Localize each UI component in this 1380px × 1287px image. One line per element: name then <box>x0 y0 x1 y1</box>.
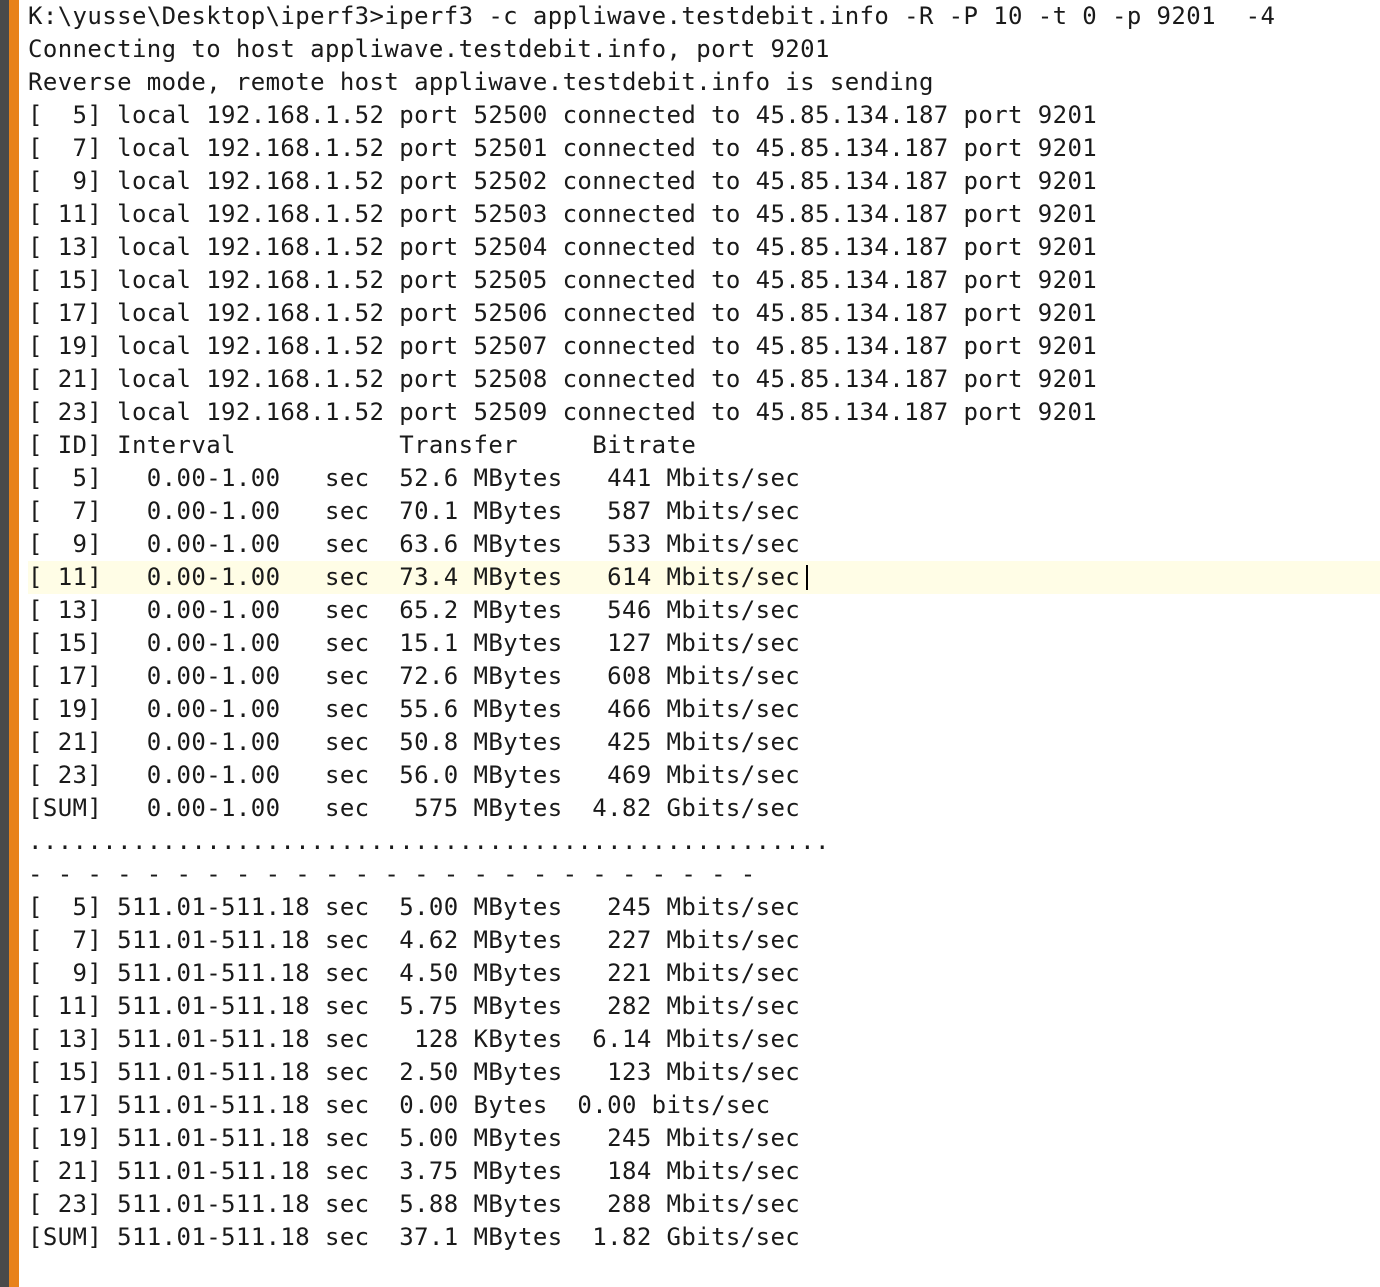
editor-lines: K:\yusse\Desktop\iperf3>iperf3 -c appliw… <box>28 0 1380 1254</box>
line-22[interactable]: [ 19] 0.00-1.00 sec 55.6 MBytes 466 Mbit… <box>28 693 1380 726</box>
window-edge <box>0 0 9 1287</box>
line-18-text: [ 11] 0.00-1.00 sec 73.4 MBytes 614 Mbit… <box>28 563 801 591</box>
line-4[interactable]: [ 5] local 192.168.1.52 port 52500 conne… <box>28 99 1380 132</box>
line-8[interactable]: [ 13] local 192.168.1.52 port 52504 conn… <box>28 231 1380 264</box>
line-24[interactable]: [ 23] 0.00-1.00 sec 56.0 MBytes 469 Mbit… <box>28 759 1380 792</box>
line-13[interactable]: [ 23] local 192.168.1.52 port 52509 conn… <box>28 396 1380 429</box>
text-editor[interactable]: K:\yusse\Desktop\iperf3>iperf3 -c appliw… <box>28 0 1380 1287</box>
line-15[interactable]: [ 5] 0.00-1.00 sec 52.6 MBytes 441 Mbits… <box>28 462 1380 495</box>
line-20[interactable]: [ 15] 0.00-1.00 sec 15.1 MBytes 127 Mbit… <box>28 627 1380 660</box>
line-14[interactable]: [ ID] Interval Transfer Bitrate <box>28 429 1380 462</box>
line-34[interactable]: [ 17] 511.01-511.18 sec 0.00 Bytes 0.00 … <box>28 1089 1380 1122</box>
line-1[interactable]: K:\yusse\Desktop\iperf3>iperf3 -c appliw… <box>28 0 1380 33</box>
line-18-current[interactable]: [ 11] 0.00-1.00 sec 73.4 MBytes 614 Mbit… <box>28 561 1380 594</box>
line-17[interactable]: [ 9] 0.00-1.00 sec 63.6 MBytes 533 Mbits… <box>28 528 1380 561</box>
line-32[interactable]: [ 13] 511.01-511.18 sec 128 KBytes 6.14 … <box>28 1023 1380 1056</box>
line-19[interactable]: [ 13] 0.00-1.00 sec 65.2 MBytes 546 Mbit… <box>28 594 1380 627</box>
line-7[interactable]: [ 11] local 192.168.1.52 port 52503 conn… <box>28 198 1380 231</box>
line-25[interactable]: [SUM] 0.00-1.00 sec 575 MBytes 4.82 Gbit… <box>28 792 1380 825</box>
line-28[interactable]: [ 5] 511.01-511.18 sec 5.00 MBytes 245 M… <box>28 891 1380 924</box>
line-23[interactable]: [ 21] 0.00-1.00 sec 50.8 MBytes 425 Mbit… <box>28 726 1380 759</box>
line-35[interactable]: [ 19] 511.01-511.18 sec 5.00 MBytes 245 … <box>28 1122 1380 1155</box>
line-29[interactable]: [ 7] 511.01-511.18 sec 4.62 MBytes 227 M… <box>28 924 1380 957</box>
line-33[interactable]: [ 15] 511.01-511.18 sec 2.50 MBytes 123 … <box>28 1056 1380 1089</box>
line-31[interactable]: [ 11] 511.01-511.18 sec 5.75 MBytes 282 … <box>28 990 1380 1023</box>
line-2[interactable]: Connecting to host appliwave.testdebit.i… <box>28 33 1380 66</box>
line-27[interactable]: - - - - - - - - - - - - - - - - - - - - … <box>28 858 1380 891</box>
line-9[interactable]: [ 15] local 192.168.1.52 port 52505 conn… <box>28 264 1380 297</box>
line-26[interactable]: ........................................… <box>28 825 1380 858</box>
line-16[interactable]: [ 7] 0.00-1.00 sec 70.1 MBytes 587 Mbits… <box>28 495 1380 528</box>
line-11[interactable]: [ 19] local 192.168.1.52 port 52507 conn… <box>28 330 1380 363</box>
line-30[interactable]: [ 9] 511.01-511.18 sec 4.50 MBytes 221 M… <box>28 957 1380 990</box>
line-5[interactable]: [ 7] local 192.168.1.52 port 52501 conne… <box>28 132 1380 165</box>
line-38[interactable]: [SUM] 511.01-511.18 sec 37.1 MBytes 1.82… <box>28 1221 1380 1254</box>
line-10[interactable]: [ 17] local 192.168.1.52 port 52506 conn… <box>28 297 1380 330</box>
text-caret <box>806 565 808 590</box>
line-21[interactable]: [ 17] 0.00-1.00 sec 72.6 MBytes 608 Mbit… <box>28 660 1380 693</box>
gutter-accent-bar <box>9 0 19 1287</box>
line-3[interactable]: Reverse mode, remote host appliwave.test… <box>28 66 1380 99</box>
line-12[interactable]: [ 21] local 192.168.1.52 port 52508 conn… <box>28 363 1380 396</box>
line-37[interactable]: [ 23] 511.01-511.18 sec 5.88 MBytes 288 … <box>28 1188 1380 1221</box>
line-6[interactable]: [ 9] local 192.168.1.52 port 52502 conne… <box>28 165 1380 198</box>
line-36[interactable]: [ 21] 511.01-511.18 sec 3.75 MBytes 184 … <box>28 1155 1380 1188</box>
